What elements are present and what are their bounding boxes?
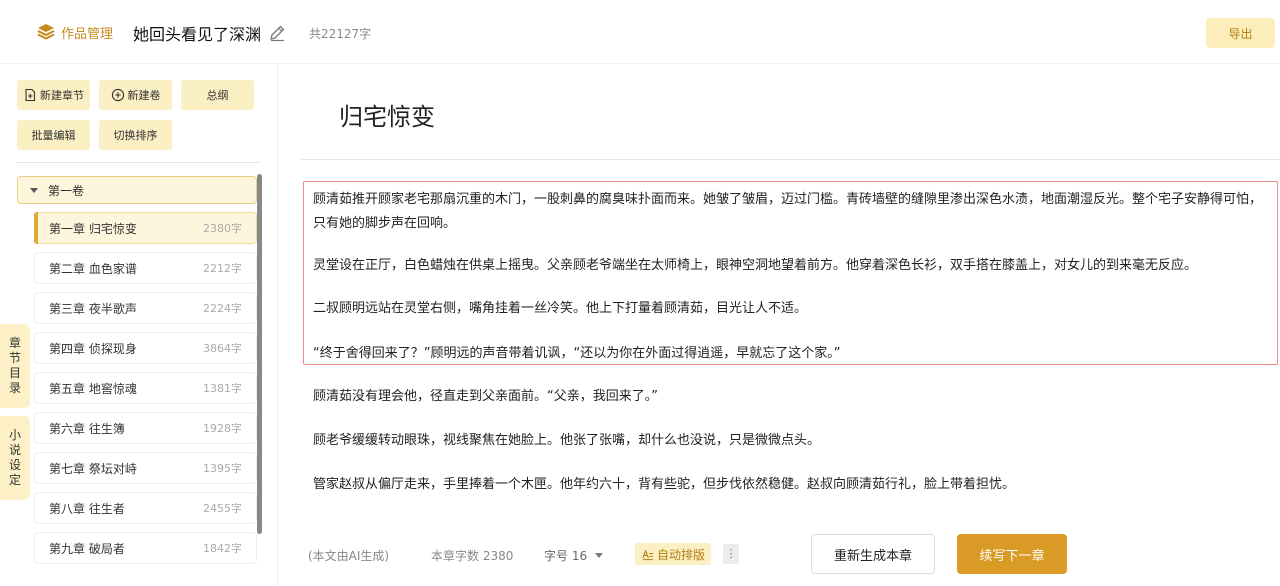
font-size-select[interactable]: 字号 16 — [544, 547, 604, 564]
batch-edit-button[interactable]: 批量编辑 — [17, 120, 90, 150]
caret-down-icon — [595, 553, 604, 558]
paragraph[interactable]: 灵堂设在正厅，白色蜡烛在供桌上摇曳。父亲顾老爷端坐在太师椅上，眼神空洞地望着前方… — [313, 254, 1268, 278]
chapter-label: 第二章 血色家谱 — [49, 261, 137, 276]
font-size-value: 字号 16 — [544, 549, 588, 563]
plus-circle-icon — [111, 88, 124, 102]
new-document-icon — [25, 88, 36, 102]
chapter-word-count: 1842字 — [203, 542, 242, 555]
works-management-label: 作品管理 — [61, 26, 114, 42]
title-divider — [301, 159, 1280, 160]
chapter-word-count: 1381字 — [203, 382, 242, 395]
novel-settings-char: 小 — [8, 428, 21, 442]
chapter-toc-tab[interactable]: 章 节 目 录 — [0, 324, 30, 408]
novel-settings-char: 设 — [8, 458, 21, 472]
chapter-label: 第一章 归宅惊变 — [49, 221, 137, 236]
word-total: 共22127字 — [309, 27, 372, 41]
novel-settings-tab[interactable]: 小 说 设 定 — [0, 416, 30, 500]
new-volume-button[interactable]: 新建卷 — [99, 80, 172, 110]
continue-next-chapter-button[interactable]: 续写下一章 — [957, 534, 1067, 574]
toggle-sort-button[interactable]: 切换排序 — [99, 120, 172, 150]
chapter-word-count: 1395字 — [203, 462, 242, 475]
chapter-toc-char: 节 — [8, 351, 21, 365]
chapter-toc-char: 录 — [8, 381, 21, 395]
editor-footer: (本文由AI生成) 本章字数 2380 字号 16 自动排版 ⋮ 重新生成本章 … — [279, 532, 1280, 586]
chapter-item[interactable]: 第五章 地窖惊魂 1381字 — [34, 372, 257, 404]
chapter-label: 第六章 往生簿 — [49, 421, 125, 436]
chapter-item[interactable]: 第一章 归宅惊变 2380字 — [34, 212, 257, 244]
novel-settings-char: 说 — [8, 443, 21, 457]
chapter-item[interactable]: 第四章 侦探现身 3864字 — [34, 332, 257, 364]
chapter-item[interactable]: 第六章 往生簿 1928字 — [34, 412, 257, 444]
auto-layout-button[interactable]: 自动排版 — [635, 543, 712, 565]
chapter-word-count: 本章字数 2380 — [431, 549, 514, 563]
chapter-word-count: 1928字 — [203, 422, 242, 435]
chapter-item[interactable]: 第二章 血色家谱 2212字 — [34, 252, 257, 284]
more-options-button[interactable]: ⋮ — [723, 544, 739, 564]
paragraph[interactable]: 顾清茹没有理会他，径直走到父亲面前。“父亲，我回来了。” — [313, 385, 1268, 409]
paragraph[interactable]: “终于舍得回来了？”顾明远的声音带着讥讽，“还以为你在外面过得逍遥，早就忘了这个… — [313, 342, 1268, 366]
ai-generated-note: (本文由AI生成) — [308, 549, 390, 563]
regenerate-chapter-button[interactable]: 重新生成本章 — [811, 534, 935, 574]
top-bar: 作品管理 她回头看见了深渊 共22127字 导出 — [0, 0, 1280, 64]
book-title: 她回头看见了深渊 — [133, 25, 262, 44]
chapter-word-count: 2455字 — [203, 502, 242, 515]
chapter-toc-char: 目 — [8, 366, 21, 380]
caret-down-icon — [30, 187, 38, 193]
novel-settings-char: 定 — [8, 473, 21, 487]
sidebar-divider — [16, 162, 261, 163]
sidebar-scrollbar[interactable] — [257, 174, 262, 534]
chapter-label: 第三章 夜半歌声 — [49, 301, 137, 316]
export-button[interactable]: 导出 — [1206, 18, 1275, 48]
chapter-label: 第八章 往生者 — [49, 501, 125, 516]
chapter-item[interactable]: 第九章 破局者 1842字 — [34, 532, 257, 564]
chapter-title[interactable]: 归宅惊变 — [339, 97, 435, 132]
paragraph[interactable]: 顾清茹推开顾家老宅那扇沉重的木门，一股刺鼻的腐臭味扑面而来。她皱了皱眉，迈过门槛… — [313, 188, 1268, 236]
chapter-item[interactable]: 第八章 往生者 2455字 — [34, 492, 257, 524]
chapter-word-count: 2212字 — [203, 262, 242, 275]
chapter-word-count: 2224字 — [203, 302, 242, 315]
volume-label: 第一卷 — [48, 183, 85, 198]
chapter-word-count: 3864字 — [203, 342, 242, 355]
new-chapter-button[interactable]: 新建章节 — [17, 80, 90, 110]
auto-layout-label: 自动排版 — [657, 547, 706, 562]
paragraph[interactable]: 管家赵叔从偏厅走来，手里捧着一个木匣。他年约六十，背有些驼，但步伐依然稳健。赵叔… — [313, 473, 1268, 497]
chapter-item[interactable]: 第七章 祭坛对峙 1395字 — [34, 452, 257, 484]
chapter-label: 第四章 侦探现身 — [49, 341, 137, 356]
new-chapter-label: 新建章节 — [40, 89, 84, 102]
chapter-sidebar: 新建章节 新建卷 总纲 批量编辑 切换排序 第一卷 第一章 归宅惊变 2380字… — [0, 64, 278, 586]
chapter-list: 第一章 归宅惊变 2380字 第二章 血色家谱 2212字 第三章 夜半歌声 2… — [34, 212, 257, 572]
chapter-item[interactable]: 第三章 夜半歌声 2224字 — [34, 292, 257, 324]
new-volume-label: 新建卷 — [127, 89, 161, 102]
outline-button[interactable]: 总纲 — [181, 80, 254, 110]
edit-pencil-icon[interactable] — [268, 24, 286, 42]
chapter-label: 第七章 祭坛对峙 — [49, 461, 137, 476]
volume-item[interactable]: 第一卷 — [17, 176, 257, 204]
works-management-link[interactable]: 作品管理 — [36, 22, 113, 42]
chapter-toc-char: 章 — [8, 336, 21, 350]
chapter-label: 第九章 破局者 — [49, 541, 125, 556]
chapter-word-count: 2380字 — [203, 222, 242, 235]
chapter-label: 第五章 地窖惊魂 — [49, 381, 137, 396]
paragraph[interactable]: 顾老爷缓缓转动眼珠，视线聚焦在她脸上。他张了张嘴，却什么也没说，只是微微点头。 — [313, 429, 1268, 453]
format-text-icon — [642, 548, 654, 560]
paragraph[interactable]: 二叔顾明远站在灵堂右侧，嘴角挂着一丝冷笑。他上下打量着顾清茹，目光让人不适。 — [313, 297, 1268, 321]
layers-icon — [37, 24, 55, 40]
editor-area: 归宅惊变 顾清茹推开顾家老宅那扇沉重的木门，一股刺鼻的腐臭味扑面而来。她皱了皱眉… — [279, 64, 1280, 586]
